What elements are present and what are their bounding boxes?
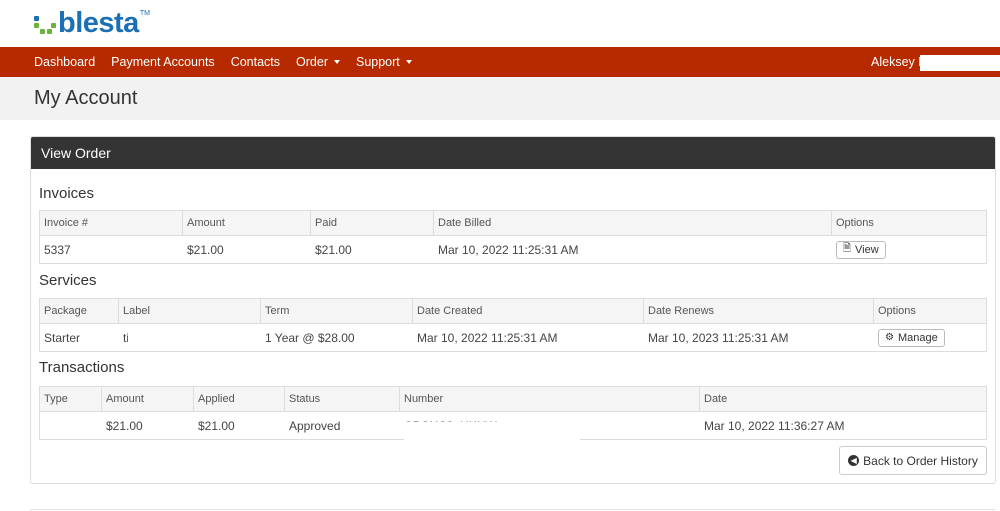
header: blesta TM [0, 0, 1000, 47]
page-title: My Account [34, 87, 138, 109]
column-header: Package [40, 299, 119, 323]
invoices-title: Invoices [39, 185, 95, 202]
column-header: Type [40, 387, 102, 411]
table-header-row: Type Amount Applied Status Number Date [40, 387, 986, 412]
column-header: Invoice # [40, 211, 183, 235]
column-header: Amount [183, 211, 311, 235]
manage-service-button[interactable]: ⚙ Manage [878, 328, 945, 347]
column-header: Status [285, 387, 400, 411]
transaction-type [40, 412, 102, 439]
invoices-table: Invoice # Amount Paid Date Billed Option… [39, 210, 987, 264]
service-package: Starter [44, 330, 81, 345]
column-header: Amount [102, 387, 194, 411]
service-options: ⚙ Manage [874, 324, 986, 351]
services-table: Package Label Term Date Created Date Ren… [39, 298, 987, 352]
nav-order-dropdown[interactable]: Order [296, 55, 340, 69]
blesta-logo[interactable]: blesta TM [34, 6, 150, 38]
nav-user-name: Aleksey K [871, 55, 927, 69]
nav-payment-accounts[interactable]: Payment Accounts [111, 55, 215, 69]
view-order-panel: View Order Invoices Invoice # Amount Pai… [30, 136, 996, 484]
logo-text: blesta [58, 7, 139, 39]
view-invoice-button[interactable]: 🗎 View [836, 240, 886, 259]
view-button-label: View [855, 243, 879, 256]
nav-payment-accounts-label: Payment Accounts [111, 55, 215, 69]
column-header: Options [878, 305, 916, 317]
nav-support-label: Support [355, 55, 400, 69]
divider [30, 509, 996, 510]
table-row: 5337 $21.00 $21.00 Mar 10, 2022 11:25:31… [40, 236, 986, 263]
redaction-box [920, 55, 1000, 71]
column-header: Date Created [413, 299, 644, 323]
service-date-created: Mar 10, 2022 11:25:31 AM [417, 330, 558, 345]
back-button-label: Back to Order History [863, 453, 978, 468]
redaction-box [128, 333, 208, 342]
invoice-number: 5337 [44, 242, 71, 257]
table-header-row: Package Label Term Date Created Date Ren… [40, 299, 986, 324]
invoice-amount: $21.00 [187, 242, 224, 257]
services-title: Services [39, 272, 97, 289]
transactions-title: Transactions [39, 359, 125, 376]
back-to-order-history-button[interactable]: ◀ Back to Order History [839, 446, 987, 475]
service-term: 1 Year @ $28.00 [265, 330, 355, 345]
column-header: Number [400, 387, 700, 411]
column-header: Applied [194, 387, 285, 411]
column-header: Term [261, 299, 413, 323]
arrow-left-circle-icon: ◀ [848, 455, 860, 466]
transaction-date: Mar 10, 2022 11:36:27 AM [704, 418, 845, 433]
file-icon: 🗎 [843, 243, 852, 254]
logo-mark-icon [34, 12, 56, 38]
nav-order-label: Order [296, 55, 328, 69]
column-header: Label [119, 299, 261, 323]
caret-down-icon [405, 60, 412, 64]
transaction-amount: $21.00 [106, 418, 143, 433]
nav-support-dropdown[interactable]: Support [356, 55, 412, 69]
invoice-options: 🗎 View [832, 236, 986, 263]
nav-user-menu[interactable]: Aleksey K [871, 47, 927, 77]
column-header: Options [836, 217, 874, 229]
main-navbar: Dashboard Payment Accounts Contacts Orde… [0, 47, 1000, 77]
column-header: Date [704, 393, 728, 405]
gear-icon: ⚙ [885, 332, 894, 343]
caret-down-icon [333, 60, 340, 64]
transaction-status: Approved [289, 418, 341, 433]
service-date-renews: Mar 10, 2023 11:25:31 AM [648, 330, 789, 345]
nav-contacts-label: Contacts [230, 55, 281, 69]
invoice-date-billed: Mar 10, 2022 11:25:31 AM [438, 242, 579, 257]
column-header: Paid [311, 211, 434, 235]
panel-heading: View Order [31, 137, 995, 169]
nav-dashboard-label: Dashboard [34, 55, 96, 69]
redaction-box [404, 422, 580, 440]
transaction-applied: $21.00 [198, 418, 235, 433]
manage-button-label: Manage [897, 331, 938, 344]
nav-contacts[interactable]: Contacts [231, 55, 280, 69]
invoice-paid: $21.00 [315, 242, 352, 257]
nav-dashboard[interactable]: Dashboard [34, 55, 95, 69]
transactions-table: Type Amount Applied Status Number Date $… [39, 386, 987, 440]
logo-trademark: TM [139, 10, 150, 17]
column-header: Date Billed [434, 211, 832, 235]
table-header-row: Invoice # Amount Paid Date Billed Option… [40, 211, 986, 236]
page-title-bar: My Account [0, 77, 1000, 120]
column-header: Date Renews [644, 299, 874, 323]
